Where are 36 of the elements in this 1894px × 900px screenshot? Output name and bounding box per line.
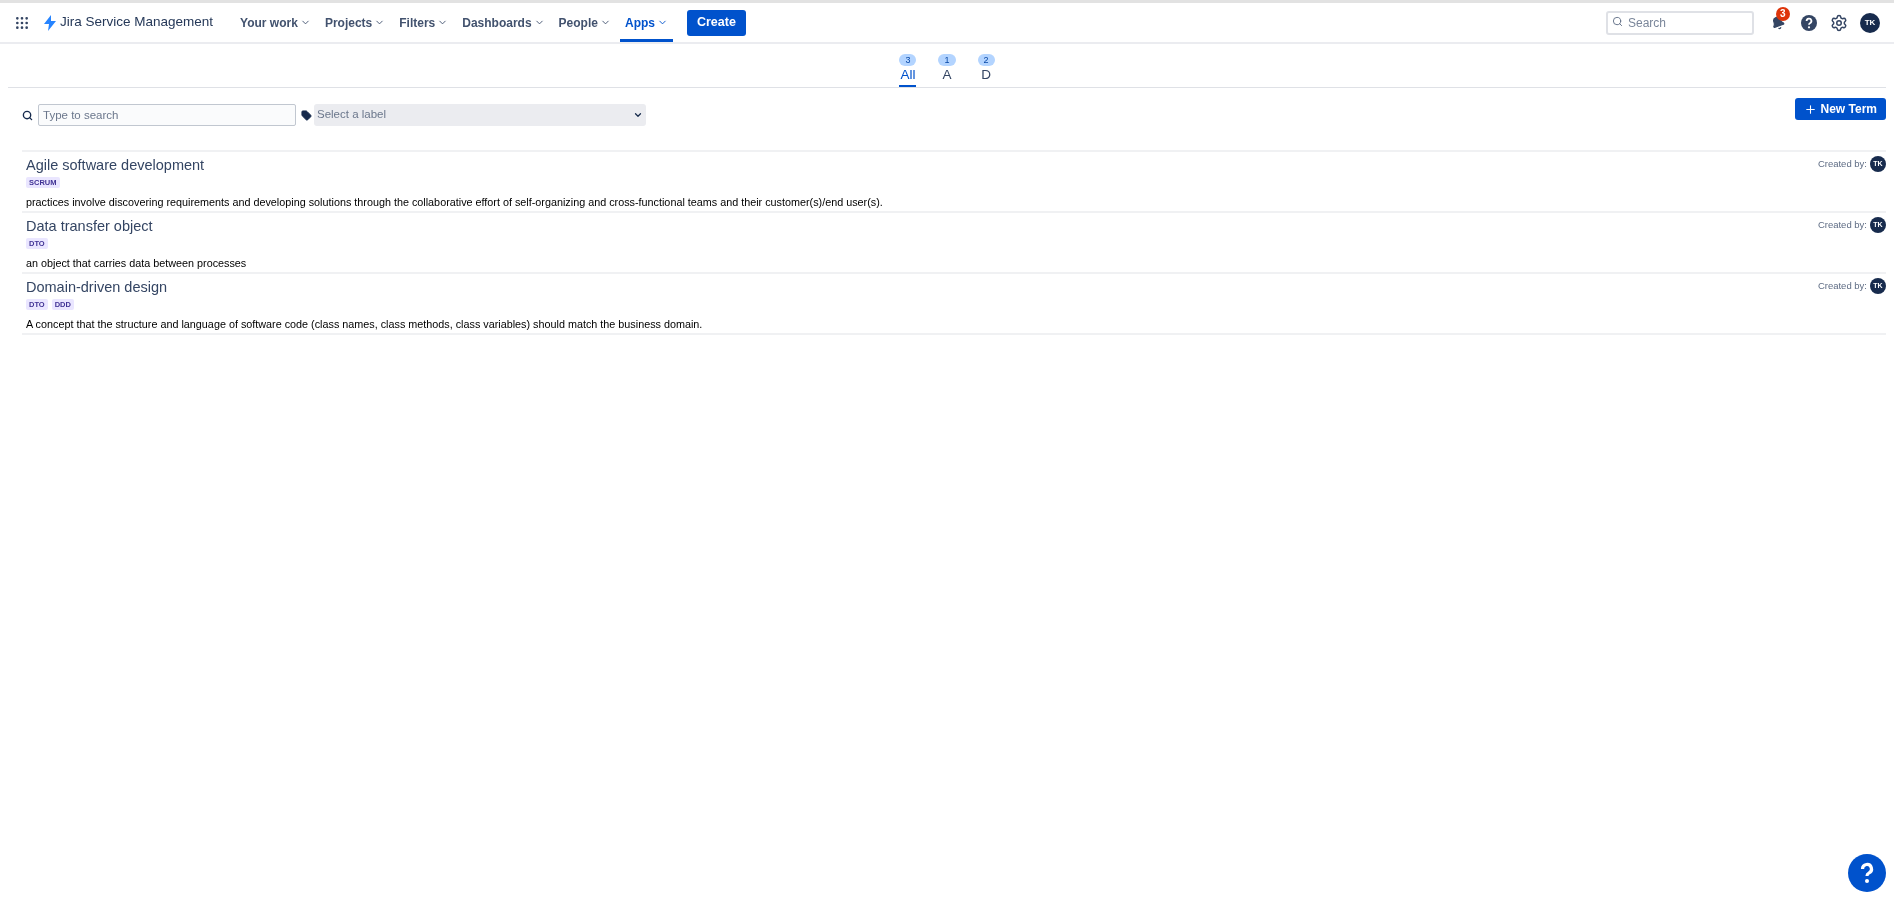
- search-icon: [1612, 16, 1623, 27]
- letter-tab[interactable]: 3 All: [899, 54, 917, 87]
- term-title[interactable]: Data transfer object: [26, 217, 247, 235]
- search-field[interactable]: Type to search: [38, 104, 296, 126]
- nav-menu[interactable]: Dashboards: [457, 3, 550, 42]
- logo-icon: [44, 14, 56, 31]
- help-icon[interactable]: [1800, 13, 1818, 32]
- letter-tab[interactable]: 2 D: [977, 54, 995, 87]
- settings-icon[interactable]: [1830, 13, 1848, 32]
- created-by-label: Created by:: [1817, 217, 1867, 232]
- label-select[interactable]: Select a label: [314, 104, 646, 126]
- term-description: A concept that the structure and language of software code (class names, class methods, class variables) should match the business domain.: [26, 317, 703, 331]
- user-avatar[interactable]: TK: [1860, 12, 1880, 33]
- create-button[interactable]: Create: [686, 9, 746, 36]
- tag-icon: [301, 109, 312, 121]
- term-description: practices involve discovering requirements and developing solutions through the collaborative effort of self-organizing and cross-functional teams and their customer(s)/end user(s).: [26, 195, 883, 209]
- term-title[interactable]: Agile software development: [26, 156, 883, 174]
- app-switcher-icon[interactable]: [14, 14, 30, 31]
- nav-menu[interactable]: People: [553, 3, 616, 42]
- nav-menu[interactable]: Projects: [319, 3, 391, 42]
- chevron-down-icon: [633, 110, 643, 120]
- term-title[interactable]: Domain-driven design: [26, 278, 703, 296]
- created-by-label: Created by:: [1817, 156, 1867, 171]
- product-name: Jira Service Management: [60, 13, 214, 32]
- created-by-label: Created by:: [1817, 278, 1867, 293]
- search-icon: [22, 109, 33, 121]
- search-field[interactable]: Search: [1606, 11, 1754, 35]
- new-term-button[interactable]: New Term: [1794, 98, 1886, 120]
- nav-menu[interactable]: Apps: [619, 3, 673, 42]
- help-button[interactable]: [1848, 854, 1886, 892]
- nav-menu[interactable]: Your work: [235, 3, 316, 42]
- term-description: an object that carries data between processes: [26, 256, 247, 270]
- nav-menu[interactable]: Filters: [394, 3, 454, 42]
- plus-icon: [1803, 102, 1817, 116]
- letter-tab[interactable]: 1 A: [938, 54, 956, 87]
- notification-count: 3: [1776, 6, 1790, 21]
